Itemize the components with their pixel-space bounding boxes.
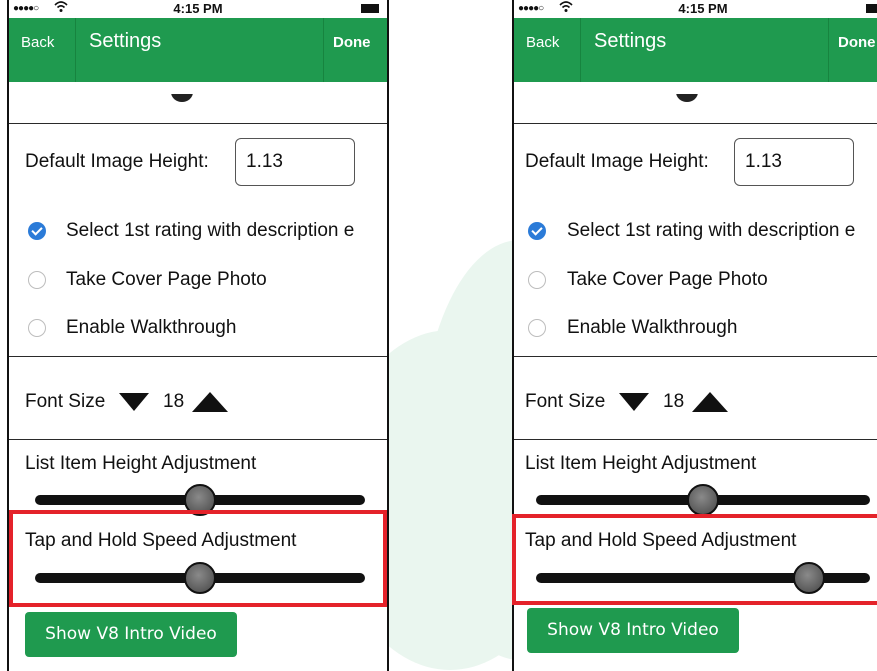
checkbox-cover-page-photo[interactable] — [528, 271, 546, 289]
default-image-height-label: Default Image Height: — [25, 151, 209, 172]
back-button[interactable]: Back — [21, 34, 54, 51]
tap-hold-speed-slider-knob[interactable] — [184, 562, 216, 594]
tap-hold-speed-slider-knob[interactable] — [792, 562, 825, 594]
checkbox-enable-walkthrough[interactable] — [28, 319, 46, 337]
default-image-height-input[interactable] — [734, 138, 854, 186]
checkbox-cover-page-photo[interactable] — [28, 271, 46, 289]
divider — [9, 356, 387, 357]
scrolled-slider-knob — [676, 94, 698, 102]
list-item-height-label: List Item Height Adjustment — [525, 453, 757, 474]
divider — [514, 356, 877, 357]
default-image-height-label: Default Image Height: — [525, 151, 709, 172]
nav-divider — [323, 18, 324, 82]
checkbox-select-first-rating[interactable] — [28, 222, 46, 240]
page-title: Settings — [594, 30, 667, 52]
phone-screen-before: ●●●●○ 4:15 PM Back Settings Done Default… — [7, 0, 389, 671]
checkbox-enable-walkthrough[interactable] — [528, 319, 546, 337]
list-item-height-label: List Item Height Adjustment — [25, 453, 257, 474]
back-button[interactable]: Back — [526, 34, 559, 51]
option-select-first-rating-label[interactable]: Select 1st rating with description e — [567, 220, 855, 242]
option-cover-page-photo-label[interactable]: Take Cover Page Photo — [66, 269, 267, 291]
list-item-height-slider-knob[interactable] — [184, 484, 216, 516]
status-bar: ●●●●○ 4:15 PM — [9, 0, 387, 18]
battery-icon — [866, 4, 877, 13]
divider — [9, 123, 387, 124]
phone-screen-after: ●●●●○ 4:15 PM Back Settings Done Default… — [512, 0, 877, 671]
triangle-up-icon[interactable] — [692, 392, 728, 412]
scrolled-slider-knob — [171, 94, 193, 102]
triangle-up-icon[interactable] — [192, 392, 228, 412]
divider — [9, 439, 387, 440]
nav-divider — [75, 18, 76, 82]
divider — [514, 123, 877, 124]
battery-icon — [361, 4, 379, 13]
list-item-height-slider-knob[interactable] — [687, 484, 719, 516]
navigation-bar — [9, 18, 387, 82]
font-size-label: Font Size — [25, 391, 106, 412]
font-size-label: Font Size — [525, 391, 606, 412]
triangle-down-icon[interactable] — [619, 393, 649, 411]
option-select-first-rating-label[interactable]: Select 1st rating with description e — [66, 220, 354, 242]
option-cover-page-photo-label[interactable]: Take Cover Page Photo — [567, 269, 768, 291]
divider — [514, 439, 877, 440]
font-size-value: 18 — [663, 391, 685, 412]
status-time: 4:15 PM — [173, 1, 223, 16]
done-button[interactable]: Done — [333, 34, 371, 51]
page-title: Settings — [89, 30, 162, 52]
checkbox-select-first-rating[interactable] — [528, 222, 546, 240]
nav-divider — [580, 18, 581, 82]
done-button[interactable]: Done — [838, 34, 876, 51]
navigation-bar — [514, 18, 877, 82]
tap-hold-speed-label: Tap and Hold Speed Adjustment — [25, 530, 297, 551]
show-intro-video-button[interactable]: Show V8 Intro Video — [25, 612, 237, 657]
status-time: 4:15 PM — [678, 1, 728, 16]
triangle-down-icon[interactable] — [119, 393, 149, 411]
show-intro-video-button[interactable]: Show V8 Intro Video — [527, 608, 739, 653]
font-size-value: 18 — [163, 391, 185, 412]
tap-hold-speed-label: Tap and Hold Speed Adjustment — [525, 530, 797, 551]
nav-divider — [828, 18, 829, 82]
status-bar: ●●●●○ 4:15 PM — [514, 0, 877, 18]
option-enable-walkthrough-label[interactable]: Enable Walkthrough — [66, 317, 236, 339]
default-image-height-input[interactable] — [235, 138, 355, 186]
option-enable-walkthrough-label[interactable]: Enable Walkthrough — [567, 317, 737, 339]
